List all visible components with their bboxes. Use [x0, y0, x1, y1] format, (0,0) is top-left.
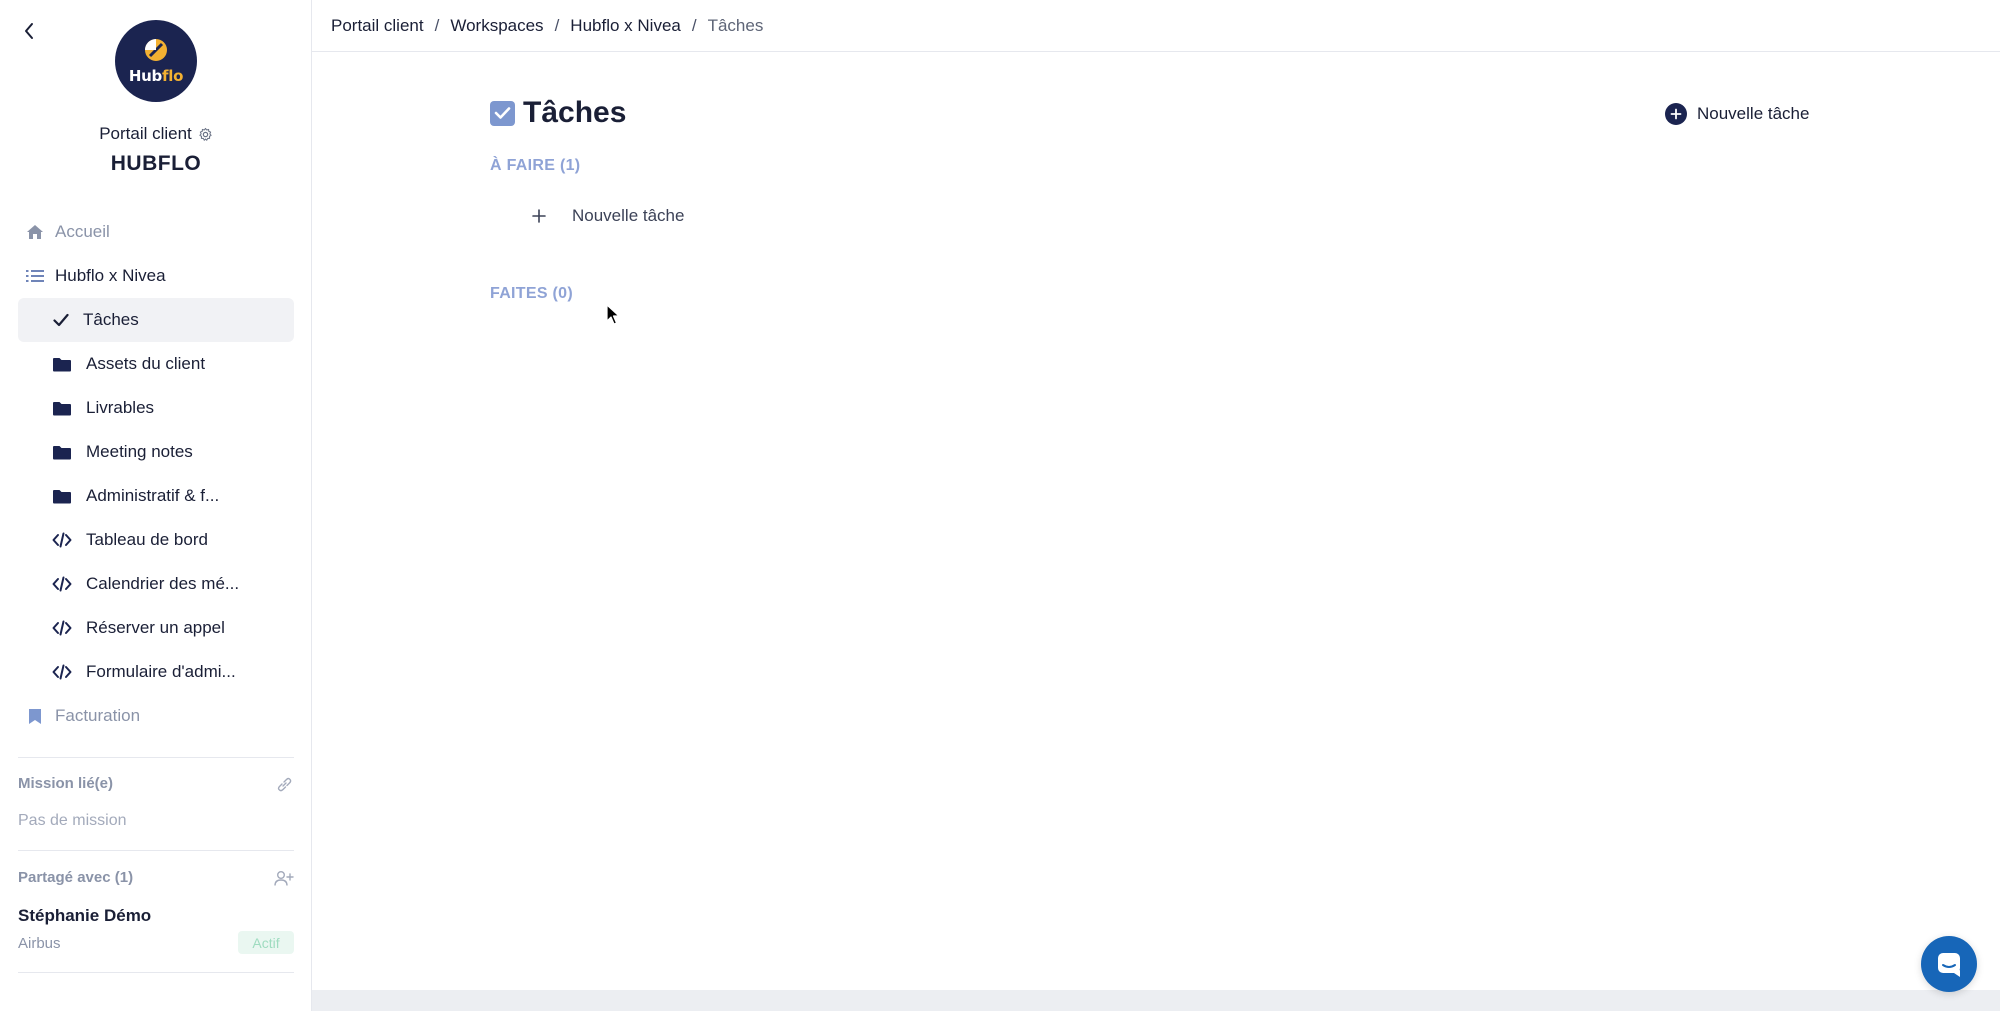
sidebar-item-label: Assets du client — [86, 354, 206, 373]
logo-text: Hubflo — [128, 67, 184, 85]
logo-mark-icon — [145, 39, 167, 61]
sidebar-item-billing[interactable]: Facturation — [18, 694, 294, 738]
code-icon — [52, 662, 72, 682]
shared-user-name: Stéphanie Démo — [18, 906, 152, 925]
todo-group-title[interactable]: À FAIRE (1) — [490, 157, 580, 175]
new-task-button[interactable]: Nouvelle tâche — [1665, 103, 1809, 125]
sidebar-item-admin-form[interactable]: Formulaire d'admi... — [18, 650, 294, 694]
link-icon[interactable] — [274, 774, 294, 794]
sidebar-divider — [18, 850, 294, 851]
home-icon — [25, 222, 45, 242]
chat-widget-button[interactable] — [1921, 936, 1977, 992]
chevron-left-icon — [25, 23, 33, 39]
mission-title: Mission lié(e) — [18, 775, 114, 792]
sidebar-item-deliverables[interactable]: Livrables — [18, 386, 294, 430]
shared-user-company: Airbus — [18, 935, 61, 952]
check-icon — [51, 310, 71, 330]
gear-icon[interactable] — [198, 127, 213, 142]
plus-icon — [530, 207, 548, 225]
sidebar-item-home[interactable]: Accueil — [18, 210, 294, 254]
sidebar-item-label: Tableau de bord — [86, 530, 208, 549]
sidebar-item-label: Administratif & f... — [86, 486, 220, 505]
page-header: Tâches — [490, 96, 626, 130]
page-title: Tâches — [523, 96, 627, 129]
breadcrumb-separator: / — [691, 15, 697, 35]
mouse-cursor-icon — [606, 304, 620, 325]
breadcrumb-item-workspaces[interactable]: Workspaces — [450, 16, 543, 36]
sidebar-item-calendar[interactable]: Calendrier des mé... — [18, 562, 294, 606]
list-icon — [25, 266, 45, 286]
company-name: HUBFLO — [110, 152, 202, 175]
sidebar-item-tasks[interactable]: Tâches — [18, 298, 294, 342]
sidebar: Hubflo Portail client HUBFLO Accueil Hub… — [0, 0, 312, 1011]
sidebar-item-label: Réserver un appel — [86, 618, 225, 637]
sidebar-item-book-call[interactable]: Réserver un appel — [18, 606, 294, 650]
add-user-icon[interactable] — [274, 868, 294, 888]
folder-icon — [52, 486, 72, 506]
portal-label-text: Portail client — [99, 124, 192, 143]
shared-with-title: Partagé avec (1) — [18, 869, 134, 886]
portal-label: Portail client — [0, 124, 312, 144]
breadcrumb-separator: / — [554, 15, 560, 35]
code-icon — [52, 530, 72, 550]
sidebar-item-client-assets[interactable]: Assets du client — [18, 342, 294, 386]
sidebar-item-workspace[interactable]: Hubflo x Nivea — [18, 254, 294, 298]
sidebar-item-label: Meeting notes — [86, 442, 193, 461]
code-icon — [52, 618, 72, 638]
inline-new-task-label: Nouvelle tâche — [572, 206, 685, 225]
breadcrumb-separator: / — [434, 15, 440, 35]
sidebar-item-meeting-notes[interactable]: Meeting notes — [18, 430, 294, 474]
sidebar-item-dashboard[interactable]: Tableau de bord — [18, 518, 294, 562]
bottom-scroll-strip — [312, 990, 2000, 1011]
breadcrumb: Portail client / Workspaces / Hubflo x N… — [312, 0, 2000, 52]
sidebar-item-administrative[interactable]: Administratif & f... — [18, 474, 294, 518]
plus-circle-icon — [1665, 103, 1687, 125]
no-mission-text: Pas de mission — [18, 812, 127, 829]
sidebar-item-label: Formulaire d'admi... — [86, 662, 236, 681]
folder-icon — [52, 354, 72, 374]
chat-icon — [1938, 953, 1960, 977]
company-logo: Hubflo — [115, 20, 197, 102]
folder-icon — [52, 442, 72, 462]
sidebar-divider — [18, 757, 294, 758]
done-group-title[interactable]: FAITES (0) — [490, 285, 573, 303]
inline-new-task-button[interactable]: Nouvelle tâche — [530, 206, 684, 226]
sidebar-item-label: Facturation — [55, 706, 141, 725]
back-button[interactable] — [18, 18, 40, 44]
status-badge: Actif — [238, 931, 294, 954]
new-task-button-label: Nouvelle tâche — [1697, 104, 1810, 123]
code-icon — [52, 574, 72, 594]
sidebar-item-label: Accueil — [55, 222, 110, 241]
sidebar-item-label: Hubflo x Nivea — [55, 266, 166, 285]
sidebar-nav: Accueil Hubflo x Nivea Tâches Assets du … — [18, 210, 294, 738]
bookmark-icon — [25, 706, 45, 726]
checkbox-icon — [490, 100, 515, 126]
folder-icon — [52, 398, 72, 418]
breadcrumb-item-workspace[interactable]: Hubflo x Nivea — [570, 16, 681, 36]
breadcrumb-item-portal[interactable]: Portail client — [331, 16, 424, 36]
sidebar-divider — [18, 972, 294, 973]
sidebar-item-label: Calendrier des mé... — [86, 574, 240, 593]
breadcrumb-item-current: Tâches — [707, 15, 764, 35]
sidebar-item-label: Livrables — [86, 398, 155, 417]
sidebar-item-label: Tâches — [83, 310, 139, 329]
